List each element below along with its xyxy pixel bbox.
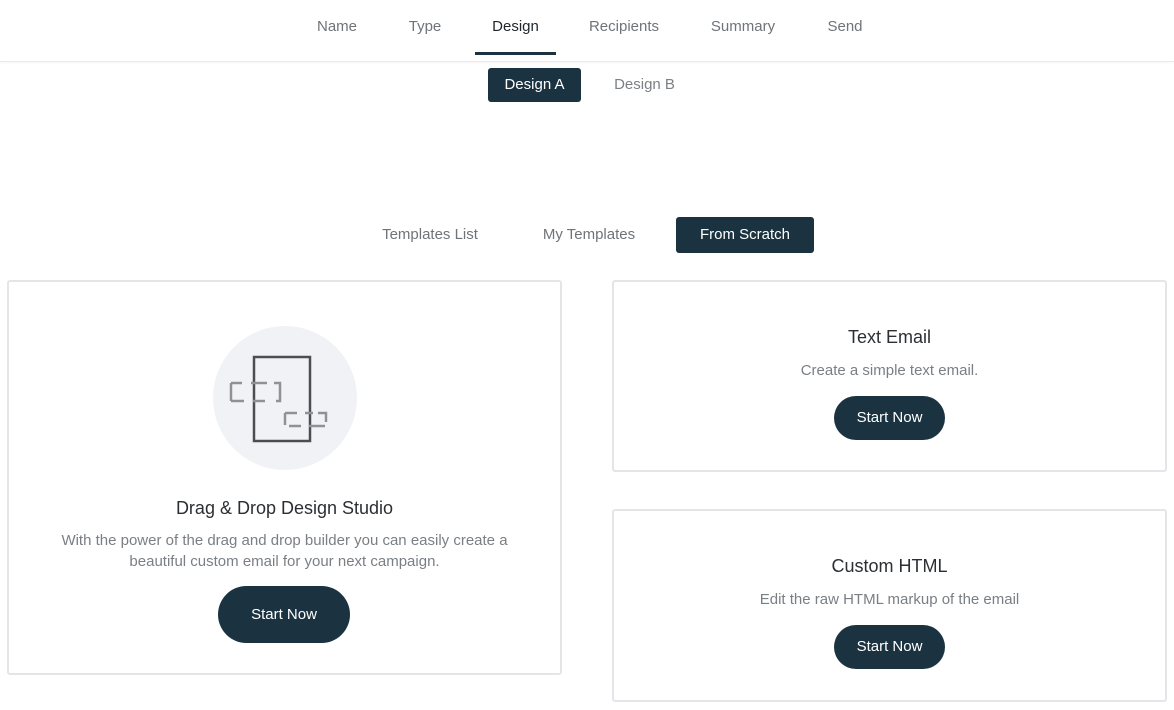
card-description: Create a simple text email.	[800, 362, 979, 379]
tab-my-templates[interactable]: My Templates	[526, 217, 652, 253]
step-name[interactable]: Name	[300, 0, 374, 55]
text-email-start-now-button[interactable]: Start Now	[834, 396, 945, 440]
drag-drop-start-now-button[interactable]: Start Now	[218, 586, 350, 643]
card-description: Edit the raw HTML markup of the email	[759, 591, 1020, 608]
card-description-line2: beautiful custom email for your next cam…	[129, 553, 440, 570]
custom-html-card: Custom HTML Edit the raw HTML markup of …	[612, 509, 1167, 702]
drag-drop-design-studio-card: Drag & Drop Design Studio With the power…	[7, 280, 562, 675]
design-b-button[interactable]: Design B	[598, 68, 691, 102]
text-email-card: Text Email Create a simple text email. S…	[612, 280, 1167, 472]
tab-from-scratch[interactable]: From Scratch	[676, 217, 814, 253]
step-summary[interactable]: Summary	[694, 0, 792, 55]
card-description-line1: With the power of the drag and drop buil…	[61, 532, 508, 549]
step-send[interactable]: Send	[814, 0, 876, 55]
card-title: Text Email	[847, 327, 932, 347]
campaign-step-navigation: Name Type Design Recipients Summary Send	[0, 0, 1174, 62]
design-a-button[interactable]: Design A	[488, 68, 581, 102]
drag-drop-layout-icon	[229, 355, 328, 443]
card-title: Drag & Drop Design Studio	[175, 498, 394, 518]
step-type[interactable]: Type	[392, 0, 458, 55]
tab-templates-list[interactable]: Templates List	[365, 217, 495, 253]
card-title: Custom HTML	[831, 556, 948, 576]
step-design[interactable]: Design	[475, 0, 556, 55]
custom-html-start-now-button[interactable]: Start Now	[834, 625, 945, 669]
step-recipients[interactable]: Recipients	[576, 0, 672, 55]
